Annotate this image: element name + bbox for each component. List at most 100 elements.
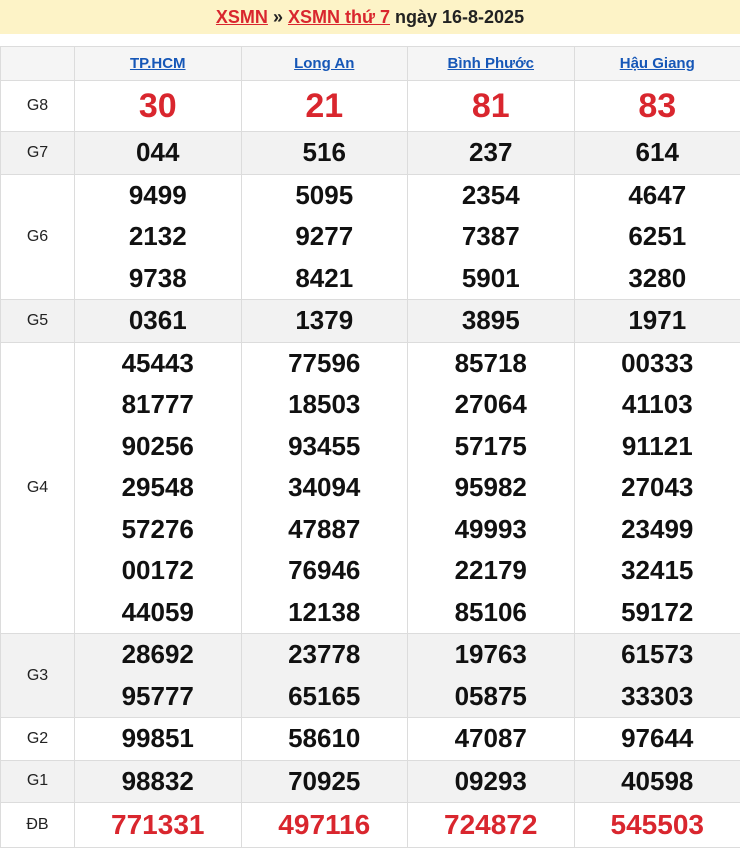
result-number: 00172 [75,550,241,592]
result-cell: 70925 [241,760,408,803]
result-number: 18503 [242,384,408,426]
result-cell: 464762513280 [574,174,740,300]
result-cell: 614 [574,132,740,175]
result-number: 27043 [575,467,740,509]
result-cell: 1379 [241,300,408,343]
result-number: 6251 [575,216,740,258]
result-number: 497116 [242,803,408,847]
result-cell: 237 [408,132,575,175]
result-number: 8421 [242,258,408,300]
prize-label: G8 [1,81,75,132]
result-cell: 6157333303 [574,634,740,718]
result-cell: 3895 [408,300,575,343]
result-cell: 58610 [241,718,408,761]
result-number: 2132 [75,216,241,258]
result-number: 32415 [575,550,740,592]
result-cell: 81 [408,81,575,132]
result-number: 81777 [75,384,241,426]
result-cell: 00333411039112127043234993241559172 [574,342,740,634]
result-cell: 09293 [408,760,575,803]
result-number: 9499 [75,175,241,217]
result-cell: 85718270645717595982499932217985106 [408,342,575,634]
result-number: 95982 [408,467,574,509]
prize-row-g1: G198832709250929340598 [1,760,740,803]
breadcrumb-separator: » [268,7,288,27]
result-cell: 97644 [574,718,740,761]
result-number: 724872 [408,803,574,847]
result-number: 98832 [75,761,241,803]
result-number: 47087 [408,718,574,760]
prize-label: G2 [1,718,75,761]
result-number: 0361 [75,300,241,342]
header-corner [1,47,75,81]
result-number: 4647 [575,175,740,217]
draw-date: ngày 16-8-2025 [390,7,524,27]
prize-label: G7 [1,132,75,175]
result-cell: 30 [75,81,242,132]
result-cell: 2869295777 [75,634,242,718]
province-link[interactable]: Hậu Giang [620,55,695,72]
result-number: 41103 [575,384,740,426]
result-number: 28692 [75,634,241,676]
result-number: 21 [242,81,408,131]
result-number: 1971 [575,300,740,342]
province-link[interactable]: Long An [294,55,354,72]
result-number: 614 [575,132,740,174]
prize-label: G3 [1,634,75,718]
result-number: 9738 [75,258,241,300]
result-cell: 0361 [75,300,242,343]
province-link[interactable]: Bình Phước [447,55,534,72]
result-cell: 77596185039345534094478877694612138 [241,342,408,634]
result-number: 27064 [408,384,574,426]
result-number: 23778 [242,634,408,676]
result-number: 237 [408,132,574,174]
page-header: XSMN»XSMN thứ 7ngày 16-8-2025 [0,0,740,34]
result-number: 59172 [575,592,740,634]
result-number: 2354 [408,175,574,217]
province-header: Long An [241,47,408,81]
result-number: 33303 [575,676,740,718]
result-number: 3280 [575,258,740,300]
prize-row-g5: G50361137938951971 [1,300,740,343]
result-number: 99851 [75,718,241,760]
result-cell: 98832 [75,760,242,803]
result-cell: 235473875901 [408,174,575,300]
result-number: 93455 [242,426,408,468]
result-number: 77596 [242,343,408,385]
result-number: 76946 [242,550,408,592]
result-number: 47887 [242,509,408,551]
results-table: TP.HCM Long An Bình Phước Hậu Giang G830… [0,46,740,848]
result-number: 5095 [242,175,408,217]
result-cell: 545503 [574,803,740,848]
result-number: 57175 [408,426,574,468]
result-number: 044 [75,132,241,174]
result-number: 516 [242,132,408,174]
result-number: 34094 [242,467,408,509]
xsmn-link[interactable]: XSMN [216,7,268,27]
result-cell: 724872 [408,803,575,848]
result-number: 90256 [75,426,241,468]
prize-label: ĐB [1,803,75,848]
prize-label: G5 [1,300,75,343]
result-number: 7387 [408,216,574,258]
result-cell: 497116 [241,803,408,848]
prize-row-g8: G830218183 [1,81,740,132]
result-number: 85718 [408,343,574,385]
result-number: 97644 [575,718,740,760]
result-number: 1379 [242,300,408,342]
prize-label: G1 [1,760,75,803]
xsmn-saturday-link[interactable]: XSMN thứ 7 [288,7,390,27]
province-link[interactable]: TP.HCM [130,55,186,72]
result-cell: 99851 [75,718,242,761]
result-cell: 509592778421 [241,174,408,300]
province-header-row: TP.HCM Long An Bình Phước Hậu Giang [1,47,740,81]
result-number: 00333 [575,343,740,385]
result-number: 65165 [242,676,408,718]
result-cell: 044 [75,132,242,175]
result-number: 95777 [75,676,241,718]
prize-row-g7: G7044516237614 [1,132,740,175]
result-cell: 2377865165 [241,634,408,718]
result-number: 23499 [575,509,740,551]
result-cell: 516 [241,132,408,175]
result-number: 19763 [408,634,574,676]
